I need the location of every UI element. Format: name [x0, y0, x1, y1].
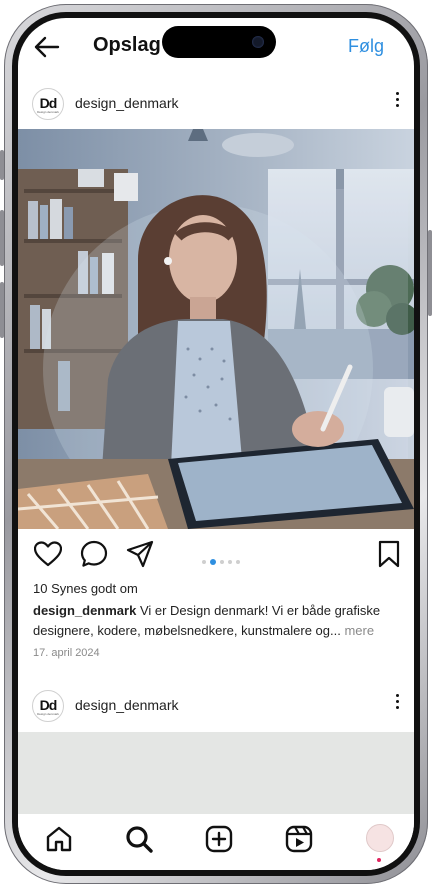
heart-icon[interactable]: [34, 541, 62, 567]
volume-down-button: [0, 282, 4, 338]
post-photo-illustration: [18, 129, 414, 529]
post-date: 17. april 2024: [33, 647, 100, 659]
more-vertical-icon[interactable]: [394, 694, 400, 714]
post-header: Dd Design denmark design_denmark: [18, 80, 414, 128]
carousel-dot: [228, 559, 232, 564]
follow-button[interactable]: Følg: [348, 36, 384, 57]
dynamic-island: [162, 26, 276, 58]
profile-avatar[interactable]: [366, 824, 394, 852]
post-actions: [18, 533, 414, 577]
carousel-dot-active: [210, 558, 216, 565]
plus-square-icon[interactable]: [204, 824, 234, 854]
post-username[interactable]: design_denmark: [75, 697, 179, 713]
power-button: [428, 230, 432, 316]
caption-text-line2: designere, kodere, møbelsnedkere, kunstm…: [33, 623, 341, 638]
send-icon[interactable]: [126, 540, 154, 568]
caption-username[interactable]: design_denmark: [33, 603, 136, 618]
tab-bar: [18, 814, 414, 870]
notification-dot: [377, 858, 381, 862]
reels-icon[interactable]: [284, 824, 314, 854]
arrow-left-icon[interactable]: [32, 34, 62, 60]
post-caption: design_denmark Vi er Design denmark! Vi …: [33, 601, 403, 641]
post-header-2: Dd Design denmark design_denmark: [18, 682, 414, 730]
avatar-logo-subtext: Design denmark: [37, 712, 59, 716]
post-image-placeholder[interactable]: [18, 732, 414, 822]
avatar-logo-subtext: Design denmark: [37, 110, 59, 114]
volume-up-button: [0, 210, 4, 266]
carousel-dot: [236, 559, 240, 564]
search-icon[interactable]: [124, 824, 154, 854]
avatar-logo-text: Dd: [39, 95, 58, 111]
page-title: Opslag: [93, 34, 161, 56]
home-icon[interactable]: [44, 824, 74, 854]
carousel-dot: [220, 559, 224, 564]
post-image[interactable]: [18, 129, 414, 529]
avatar-logo-text: Dd: [39, 697, 58, 713]
avatar[interactable]: Dd Design denmark: [32, 690, 64, 722]
avatar[interactable]: Dd Design denmark: [32, 88, 64, 120]
more-vertical-icon[interactable]: [394, 92, 400, 112]
action-button: [0, 150, 4, 180]
more-link[interactable]: mere: [341, 623, 374, 638]
comment-icon[interactable]: [80, 540, 108, 568]
carousel-indicator: [202, 553, 244, 565]
post-username[interactable]: design_denmark: [75, 95, 179, 111]
bookmark-icon[interactable]: [378, 540, 400, 568]
phone-device: Opslag Følg Dd Design denmark design_den…: [0, 0, 432, 888]
caption-text-line1: Vi er Design denmark! Vi er både grafisk…: [136, 603, 381, 618]
likes-count[interactable]: 10 Synes godt om: [33, 581, 138, 596]
carousel-dot: [202, 559, 206, 564]
camera-icon: [252, 36, 264, 48]
screen: Opslag Følg Dd Design denmark design_den…: [18, 18, 414, 870]
